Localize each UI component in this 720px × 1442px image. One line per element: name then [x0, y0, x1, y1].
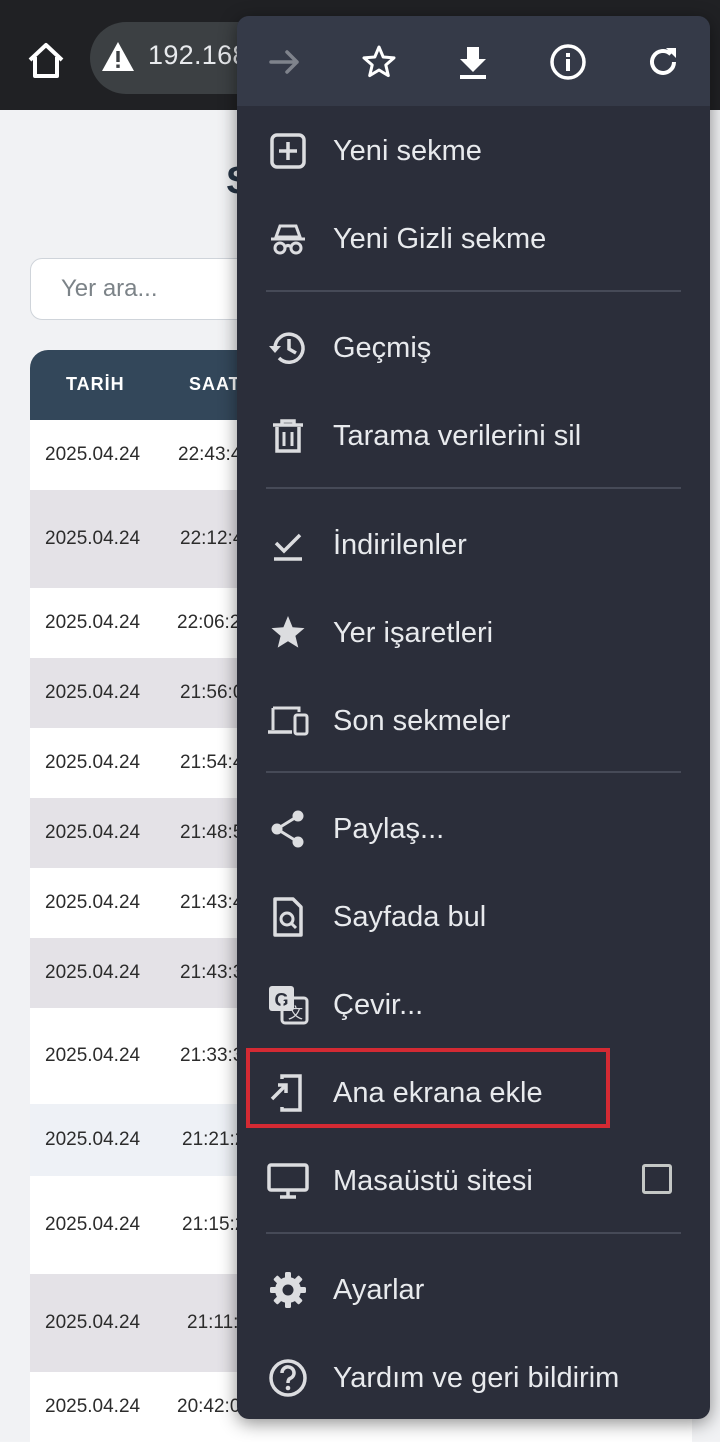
- bookmark-star-icon[interactable]: [359, 42, 399, 82]
- cell-date: 2025.04.24: [45, 682, 141, 703]
- menu-item-help-feedback[interactable]: Yardım ve geri bildirim: [237, 1333, 710, 1421]
- cell-date: 2025.04.24: [45, 962, 141, 983]
- menu-divider: [266, 1232, 681, 1234]
- cell-time: 21:56:0: [180, 682, 244, 703]
- menu-item-label: İndirilenler: [333, 529, 467, 561]
- cell-time: 22:12:4: [180, 528, 244, 549]
- help-icon: [269, 1359, 307, 1397]
- url-text[interactable]: 192.168: [148, 40, 248, 71]
- menu-item-label: Paylaş...: [333, 813, 445, 845]
- browser-menu: Yeni sekme Yeni Gizli sekme Geçmiş Taram…: [237, 16, 710, 1419]
- menu-divider: [266, 487, 681, 489]
- cell-date: 2025.04.24: [45, 1396, 141, 1417]
- trash-icon: [273, 419, 303, 453]
- search-placeholder: Yer ara...: [61, 275, 158, 302]
- menu-item-history[interactable]: Geçmiş: [237, 303, 710, 391]
- menu-item-label: Yardım ve geri bildirim: [333, 1362, 620, 1394]
- new-tab-icon: [270, 133, 306, 169]
- settings-icon: [270, 1272, 306, 1308]
- menu-toolbar: [237, 16, 710, 106]
- devices-icon: [268, 706, 309, 736]
- cell-date: 2025.04.24: [45, 1214, 141, 1235]
- menu-item-label: Geçmiş: [333, 332, 432, 364]
- column-header-date: TARİH: [66, 374, 125, 394]
- menu-item-label: Yer işaretleri: [333, 617, 494, 649]
- cell-date: 2025.04.24: [45, 528, 141, 549]
- cell-time: 22:06:2: [177, 612, 241, 633]
- desktop-icon: [267, 1163, 309, 1199]
- menu-item-label: Yeni Gizli sekme: [333, 223, 547, 255]
- menu-item-label: Masaüstü sitesi: [333, 1165, 533, 1197]
- cell-time: 21:43:4: [180, 892, 244, 913]
- cell-date: 2025.04.24: [45, 822, 141, 843]
- menu-item-translate[interactable]: G 文 Çevir...: [237, 960, 710, 1048]
- cell-time: 21:48:5: [180, 822, 244, 843]
- column-header-time: SAAT: [189, 374, 241, 394]
- cell-time: 21:33:3: [180, 1045, 244, 1066]
- menu-item-recent-tabs[interactable]: Son sekmeler: [237, 676, 710, 764]
- share-icon: [271, 810, 304, 848]
- menu-item-label: Sayfada bul: [333, 901, 487, 933]
- menu-item-bookmarks[interactable]: Yer işaretleri: [237, 588, 710, 676]
- menu-item-label: Ayarlar: [333, 1274, 425, 1306]
- menu-item-settings[interactable]: Ayarlar: [237, 1245, 710, 1333]
- svg-text:文: 文: [288, 1005, 303, 1022]
- cell-date: 2025.04.24: [45, 892, 141, 913]
- warning-icon[interactable]: [100, 40, 136, 74]
- cell-time: 21:21:2: [182, 1129, 246, 1150]
- highlight-box: [246, 1048, 610, 1128]
- forward-icon[interactable]: [265, 42, 305, 82]
- translate-icon: G 文: [269, 986, 309, 1025]
- cell-time: 20:42:0: [177, 1396, 241, 1417]
- menu-item-share[interactable]: Paylaş...: [237, 784, 710, 872]
- star-icon: [271, 616, 305, 648]
- menu-item-find-in-page[interactable]: Sayfada bul: [237, 872, 710, 960]
- menu-item-label: Son sekmeler: [333, 705, 511, 737]
- menu-divider: [266, 771, 681, 773]
- incognito-icon: [271, 224, 305, 255]
- home-icon[interactable]: [24, 38, 68, 82]
- cell-date: 2025.04.24: [45, 444, 141, 465]
- menu-item-label: Yeni sekme: [333, 135, 482, 167]
- menu-item-desktop-site[interactable]: Masaüstü sitesi: [237, 1136, 710, 1224]
- cell-time: 21:43:3: [180, 962, 244, 983]
- cell-date: 2025.04.24: [45, 612, 141, 633]
- cell-time: 21:15:2: [182, 1214, 246, 1235]
- download-icon[interactable]: [453, 42, 493, 82]
- menu-item-downloads[interactable]: İndirilenler: [237, 500, 710, 588]
- history-icon: [269, 332, 305, 364]
- menu-item-new-tab[interactable]: Yeni sekme: [237, 106, 710, 194]
- refresh-icon[interactable]: [643, 42, 683, 82]
- menu-item-new-incognito-tab[interactable]: Yeni Gizli sekme: [237, 194, 710, 282]
- menu-item-label: Çevir...: [333, 989, 424, 1021]
- downloads-icon: [274, 533, 302, 561]
- find-in-page-icon: [273, 897, 303, 937]
- menu-item-label: Tarama verilerini sil: [333, 420, 582, 452]
- info-icon[interactable]: [548, 42, 588, 82]
- cell-time: 22:43:4: [178, 444, 242, 465]
- menu-item-clear-browsing-data[interactable]: Tarama verilerini sil: [237, 391, 710, 479]
- cell-date: 2025.04.24: [45, 1045, 141, 1066]
- menu-divider: [266, 290, 681, 292]
- cell-date: 2025.04.24: [45, 752, 141, 773]
- cell-date: 2025.04.24: [45, 1312, 141, 1333]
- cell-time: 21:54:4: [180, 752, 244, 773]
- desktop-site-checkbox[interactable]: [642, 1164, 672, 1194]
- cell-date: 2025.04.24: [45, 1129, 141, 1150]
